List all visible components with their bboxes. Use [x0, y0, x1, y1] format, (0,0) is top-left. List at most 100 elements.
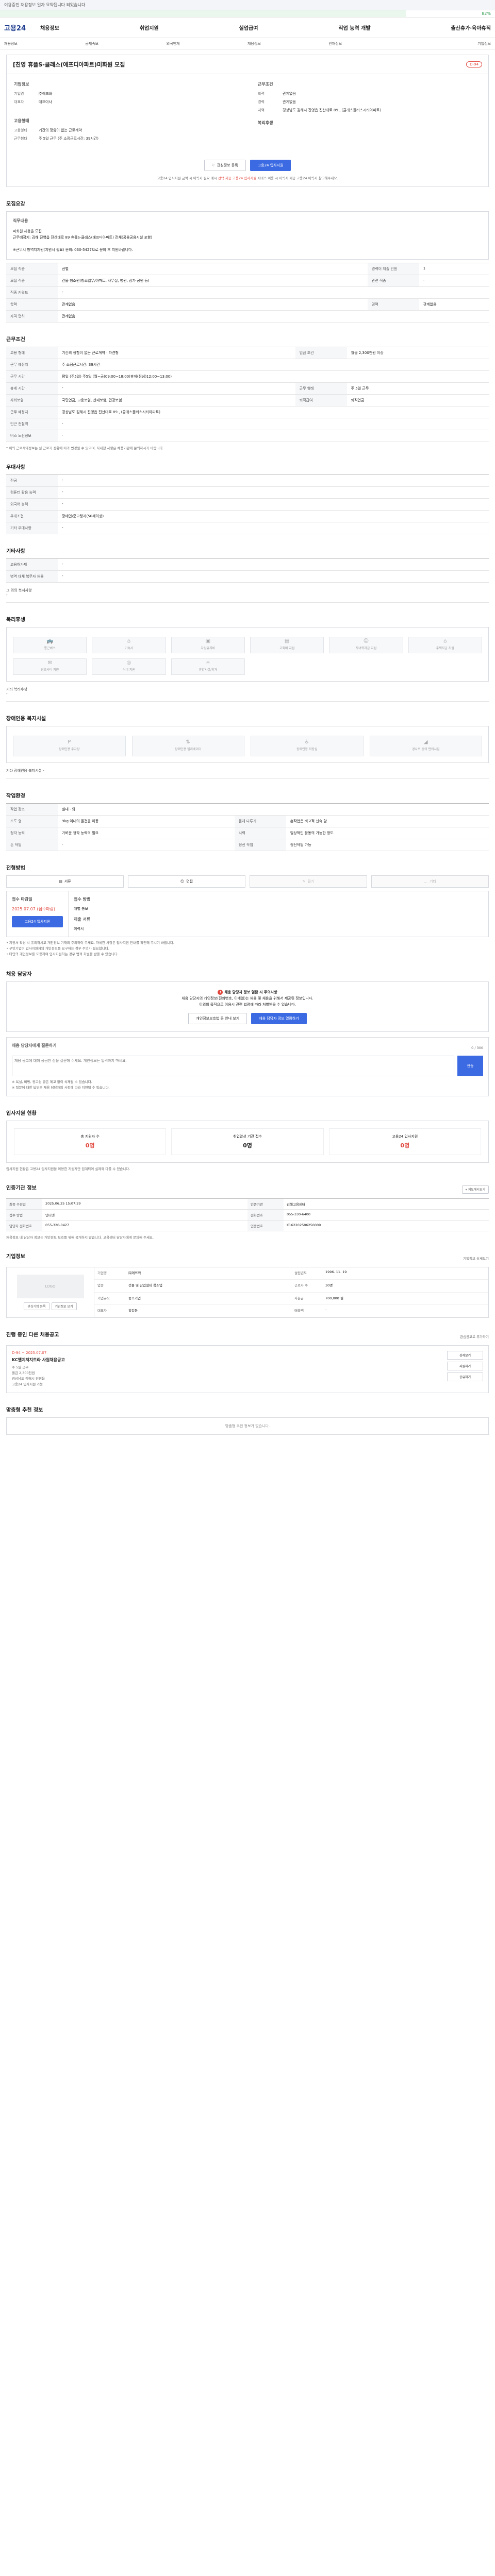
- privacy-guide-button[interactable]: 개인정보보호법 등 안내 보기: [188, 1013, 248, 1024]
- qna-send-button[interactable]: 전송: [457, 1056, 483, 1076]
- receive-apply-button[interactable]: 고용24 입사지원: [12, 916, 63, 927]
- subnav-item-5[interactable]: 인재정보: [328, 41, 409, 46]
- table-row: 근무 예정지 경상남도 김해시 진영읍 진산대로 89 , (클래스플러스시티아파…: [6, 406, 489, 418]
- warning-icon: !: [218, 990, 223, 995]
- cell-value: 055-330-6400: [284, 1210, 489, 1221]
- cell-key: 모집 직종: [6, 275, 58, 287]
- company-fav-button[interactable]: 관심기업 등록: [24, 1302, 50, 1310]
- career-key: 경력: [258, 100, 265, 104]
- cell-value: 가벼운 청각 능력의 필요: [58, 827, 235, 839]
- cell-key: 컴퓨터 활용 능력: [6, 486, 58, 499]
- subnav-item-1[interactable]: 채용정보: [4, 41, 85, 46]
- house-icon: ⌂: [443, 638, 447, 644]
- related-detail-button[interactable]: 상세보기: [447, 1351, 483, 1360]
- other-table: 고용허가제 - 병역 대체 복무자 채용 -: [6, 558, 489, 583]
- global-nav: 고용24 채용정보 취업지원 실업급여 직업 능력 개발 출산휴가·육아휴직: [0, 18, 495, 38]
- apply-note: 고용24 입사지원 금액 시 이력서 필요 메시 선택 제공 고용24 입사지원…: [7, 175, 488, 187]
- job-title: [친영 휴플S-클래스(에프디아파트)미화원 모집: [13, 61, 125, 68]
- cell-value: 손작업은 비교적 신속 함: [286, 815, 489, 827]
- apply-note-tail: 서비스 이용 시 이력서 제공 고용24 이력서 참고해주세요.: [256, 176, 338, 180]
- subnav-item-2[interactable]: 공채속보: [85, 41, 166, 46]
- map-button[interactable]: ⌖ 지도에서보기: [461, 1185, 489, 1194]
- table-row: 근무 시간 평일 (주5일) 주5일 (월~금)09:00~18:00(휴게(점심…: [6, 370, 489, 383]
- gnb-item-support[interactable]: 취업지원: [140, 24, 159, 31]
- process-note: • 타인의 개인정보를 도용하여 입사지원하는 경우 법적 처벌을 받을 수 있…: [6, 952, 119, 956]
- table-row: 손 작업 - 정신 작업 정신작업 가능: [6, 839, 489, 851]
- envelope-icon: ✉: [47, 660, 52, 666]
- cell-value: 기간의 정함이 없는 근로계약 · 파견형: [58, 347, 295, 359]
- cell-value: 월급 2,300천원 이상: [346, 347, 489, 359]
- cell-key: 근로자 수: [291, 1280, 322, 1293]
- cell-value: 주 5일 근무: [346, 382, 489, 395]
- ai-section: 맞춤형 추천 정보 맞춤형 추천 정보가 없습니다.: [6, 1405, 489, 1435]
- cell-key: 인증기관: [248, 1199, 284, 1210]
- cell-value: -: [58, 486, 489, 499]
- method-label: 필기: [307, 879, 315, 884]
- cell-key: 버스 노선정보: [6, 430, 58, 442]
- process-methods: ▤ 서류 ☺ 면접 ✎ 필기 … 기타: [6, 875, 489, 888]
- other-title: 기타사항: [6, 549, 25, 554]
- apply-button[interactable]: 고용24 입사지원: [250, 160, 291, 171]
- process-note: • 지원서 작성 시 유의하시고 개인정보 기재의 주의하여 주세요. 자세한 …: [6, 941, 174, 945]
- welfare-item-label: 자녀학자금 지원: [355, 647, 377, 650]
- welfare-item: 🚌 통근버스: [13, 637, 87, 653]
- subnav-item-3[interactable]: 외국인채: [167, 41, 248, 46]
- stat-value: 0명: [85, 1142, 95, 1149]
- favorite-button[interactable]: ♡ 관심정보 등록: [204, 160, 246, 171]
- cell-key: 근무 형태: [295, 382, 347, 395]
- agency-grid: 최종 수정일 2025.06.25 15:07:29 인증기관 김해고용센터 접수 방…: [6, 1198, 489, 1231]
- method-label: 면접: [186, 879, 193, 884]
- env-title: 작업환경: [6, 793, 25, 799]
- company-view-button[interactable]: 기업정보 보기: [51, 1302, 77, 1310]
- related-card[interactable]: D-94 ~ 2025.07.07 KC엘지저지트라 사원채용공고 주 5일 근…: [6, 1345, 489, 1393]
- duties-box: 직무내용 미화원 채용을 모집 근무예정지: 김해 진영읍 진산대로 89 휴플…: [6, 211, 489, 260]
- welfare-item: ▤ 교육비 지원: [250, 637, 324, 653]
- table-row: 전공 -: [6, 474, 489, 487]
- addr-value: 경상남도 김해시 진영읍 진산대로 89 , (클래스플러스시티아파트): [283, 108, 381, 112]
- gnb-item-training[interactable]: 직업 능력 개발: [338, 24, 370, 31]
- process-note: • 구인기업이 입사지원자의 개인정보를 요구하는 경우 주의가 필요합니다.: [6, 946, 109, 951]
- gnb-item-jobs[interactable]: 채용정보: [40, 24, 59, 31]
- site-logo[interactable]: 고용24: [4, 23, 40, 32]
- subnav-item-6[interactable]: 기업정보: [410, 41, 491, 46]
- cell-key: 인증번호: [248, 1221, 284, 1231]
- table-row: 직종 키워드 -: [6, 286, 489, 299]
- company-detail-link[interactable]: 기업정보 상세보기: [463, 1256, 489, 1261]
- gnb-menu: 채용정보 취업지원 실업급여 직업 능력 개발 출산휴가·육아휴직: [40, 24, 491, 31]
- subnav-item-4[interactable]: 채용정보: [248, 41, 328, 46]
- edu-value: 관계없음: [283, 92, 296, 96]
- child-icon: ☺: [363, 638, 369, 644]
- table-row: 병역 대체 복무자 채용 -: [6, 570, 489, 583]
- cell-value: -: [58, 382, 295, 395]
- related-apply-button[interactable]: 지원하기: [447, 1362, 483, 1370]
- qna-input[interactable]: [12, 1056, 454, 1076]
- cell-value: 9kg 이내의 물건을 이동: [58, 815, 235, 827]
- related-share-button[interactable]: 공유하기: [447, 1372, 483, 1381]
- cell-value: -: [58, 474, 489, 487]
- company-value[interactable]: ㈜에뜨와: [39, 91, 237, 96]
- cell-key: 휴게 시간: [6, 382, 58, 395]
- cell-value: 김해고용센터: [284, 1199, 489, 1210]
- view-contact-button[interactable]: 채용 담당자 정보 열람하기: [251, 1013, 307, 1024]
- table-row: 사회보험 국민연금, 고용보험, 산재보험, 건강보험 퇴직급여 퇴직연금: [6, 394, 489, 406]
- welfare-item-label: 교육비 지원: [279, 647, 295, 650]
- cell-value: 건물 및 산업설비 청소업: [125, 1280, 291, 1293]
- cell-key: 자본금: [291, 1293, 322, 1305]
- table-row: 모집 직종 선별 경력이 제출 인원 1: [6, 263, 489, 275]
- related-name[interactable]: KC엘지저지트라 사원채용공고: [12, 1357, 442, 1363]
- status-box: 총 지원자 수 0명 취업알선 기관 접수 0명 고용24 입사지원 0명: [6, 1121, 489, 1163]
- table-row: 모집 직종 건물 청소원(청소업무/아파트, 사무실, 병원, 상가 공원 등) 관…: [6, 275, 489, 287]
- recruit-section: 모집요강 직무내용 미화원 채용을 모집 근무예정지: 김해 진영읍 진산대로 …: [6, 199, 489, 323]
- cell-value: 경상남도 김해시 진영읍 진산대로 89 , (클래스플러스시티아파트): [58, 406, 489, 418]
- cell-key: 업종: [94, 1280, 125, 1293]
- welfare-other-value: -: [6, 692, 8, 696]
- cond-section-heading: 근무조건: [258, 82, 273, 87]
- apply-note-highlight[interactable]: 선택 제공 고용24 입사지원: [218, 176, 256, 180]
- time-value: 주 5일 근무 (주 소정근로시간: 39시간): [39, 137, 99, 141]
- gnb-item-benefit[interactable]: 실업급여: [239, 24, 258, 31]
- cell-key: 자격 면허: [6, 310, 58, 323]
- related-more-link[interactable]: 관심공고로 추가하기: [460, 1334, 489, 1339]
- extra-title: 우대사항: [6, 465, 25, 470]
- gnb-item-leave[interactable]: 출산휴가·육아휴직: [451, 24, 491, 31]
- cell-value: 700,000 원: [322, 1293, 488, 1305]
